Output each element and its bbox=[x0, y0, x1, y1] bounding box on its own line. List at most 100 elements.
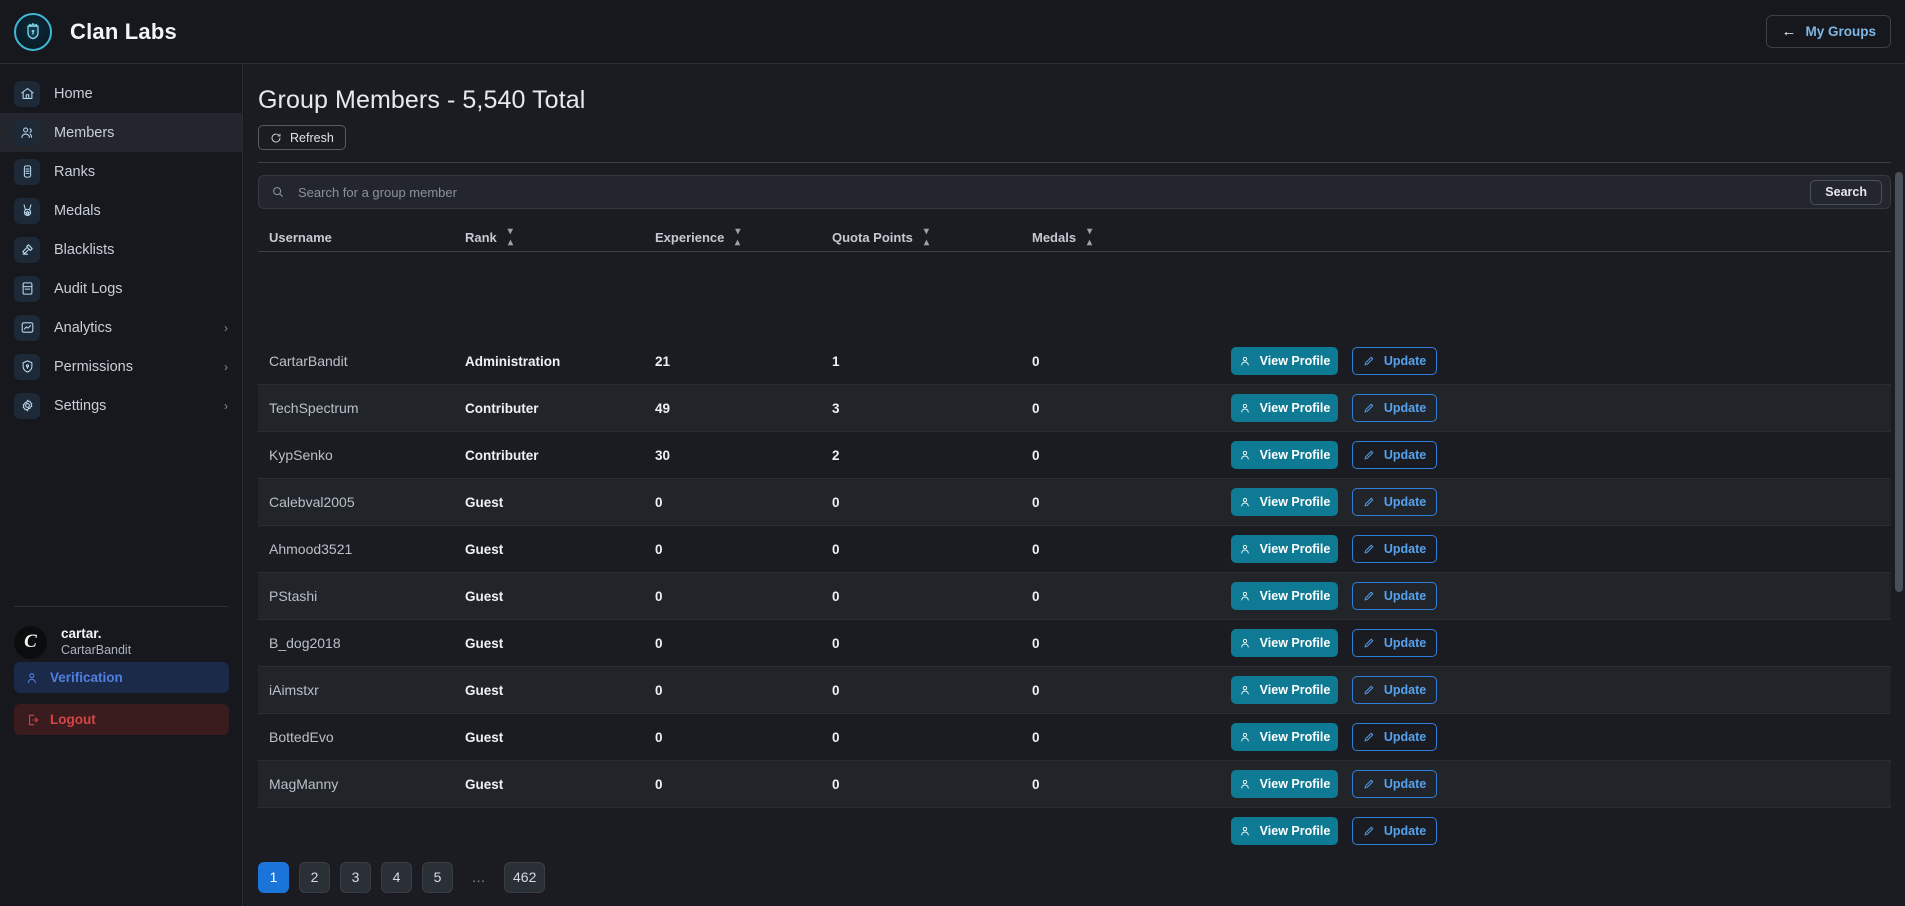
table-row[interactable]: iAimstxr Guest 0 0 0 View Profile Update bbox=[258, 667, 1891, 714]
sort-toggle-icon[interactable]: ▾ ▾ bbox=[924, 227, 929, 249]
sidebar-item-label: Audit Logs bbox=[54, 280, 123, 297]
table-row[interactable]: MagManny Guest 0 0 0 View Profile Update bbox=[258, 761, 1891, 808]
cell-actions: View Profile Update bbox=[1204, 535, 1891, 563]
update-button[interactable]: Update bbox=[1352, 347, 1437, 375]
update-label: Update bbox=[1383, 542, 1427, 556]
table-row[interactable]: Ahmood3521 Guest 0 0 0 View Profile Update bbox=[258, 526, 1891, 573]
search-input[interactable] bbox=[285, 184, 1811, 200]
page-scrollbar-thumb[interactable] bbox=[1895, 172, 1903, 592]
table-row[interactable]: CartarBandit Administration 21 1 0 View Profi… bbox=[258, 338, 1891, 385]
cell-medals: 0 bbox=[1032, 400, 1040, 416]
verification-label: Verification bbox=[50, 670, 123, 685]
table-row[interactable]: B_dog2018 Guest 0 0 0 View Profile Update bbox=[258, 620, 1891, 667]
cell-medals: 0 bbox=[1032, 541, 1040, 557]
sidebar-item-permissions[interactable]: Permissions › bbox=[0, 347, 242, 386]
cell-quota: 0 bbox=[832, 682, 840, 698]
page-button-2[interactable]: 2 bbox=[299, 861, 330, 893]
table-row[interactable]: BottedEvo Guest 0 0 0 View Profile Update bbox=[258, 714, 1891, 761]
sort-toggle-icon[interactable]: ▾ ▾ bbox=[508, 227, 513, 249]
update-label: Update bbox=[1383, 683, 1427, 697]
sidebar-item-blacklists[interactable]: Blacklists bbox=[0, 230, 242, 269]
update-button[interactable]: Update bbox=[1352, 629, 1437, 657]
column-header-rank[interactable]: Rank ▾ ▾ bbox=[465, 227, 655, 249]
user-icon bbox=[1240, 403, 1249, 413]
my-groups-button[interactable]: ← My Groups bbox=[1766, 15, 1891, 48]
cell-quota: 0 bbox=[832, 635, 840, 651]
view-profile-button[interactable]: View Profile bbox=[1231, 347, 1338, 375]
pencil-icon bbox=[1364, 403, 1374, 413]
update-button[interactable]: Update bbox=[1352, 770, 1437, 798]
sidebar-item-audit-logs[interactable]: Audit Logs bbox=[0, 269, 242, 308]
pencil-icon bbox=[1364, 826, 1374, 836]
sidebar-item-home[interactable]: Home bbox=[0, 74, 242, 113]
cell-quota: 0 bbox=[832, 588, 840, 604]
sidebar-item-analytics[interactable]: Analytics › bbox=[0, 308, 242, 347]
view-profile-button[interactable]: View Profile bbox=[1231, 582, 1338, 610]
members-table: Username Rank ▾ ▾ Experience ▾ ▾ Quota Poi… bbox=[258, 223, 1891, 252]
view-profile-button[interactable]: View Profile bbox=[1231, 770, 1338, 798]
table-row[interactable]: KypSenko Contributer 30 2 0 View Profile Updat… bbox=[258, 432, 1891, 479]
page-button-1[interactable]: 1 bbox=[258, 861, 289, 893]
view-profile-button[interactable]: View Profile bbox=[1231, 441, 1338, 469]
search-button[interactable]: Search bbox=[1810, 179, 1882, 205]
pencil-icon bbox=[1364, 497, 1374, 507]
view-profile-button[interactable]: View Profile bbox=[1231, 723, 1338, 751]
view-profile-button[interactable]: View Profile bbox=[1231, 817, 1338, 845]
sort-toggle-icon[interactable]: ▾ ▾ bbox=[1087, 227, 1092, 249]
update-button[interactable]: Update bbox=[1352, 535, 1437, 563]
update-button[interactable]: Update bbox=[1352, 817, 1437, 845]
column-header-quota-points[interactable]: Quota Points ▾ ▾ bbox=[832, 227, 1032, 249]
logout-button[interactable]: Logout bbox=[14, 704, 229, 735]
update-button[interactable]: Update bbox=[1352, 488, 1437, 516]
page-button-3[interactable]: 3 bbox=[340, 861, 371, 893]
cell-rank: Guest bbox=[465, 635, 504, 651]
column-header-medals[interactable]: Medals ▾ ▾ bbox=[1032, 227, 1204, 249]
sidebar-user-box[interactable]: C cartar. CartarBandit bbox=[0, 616, 242, 668]
page-button-5[interactable]: 5 bbox=[422, 861, 453, 893]
sidebar-nav: Home Members Ranks Medals Blacklists Aud… bbox=[0, 64, 242, 425]
sort-toggle-icon[interactable]: ▾ ▾ bbox=[735, 227, 740, 249]
search-icon bbox=[273, 187, 283, 197]
update-label: Update bbox=[1383, 636, 1427, 650]
view-profile-button[interactable]: View Profile bbox=[1231, 535, 1338, 563]
cell-medals: 0 bbox=[1032, 635, 1040, 651]
update-label: Update bbox=[1383, 730, 1427, 744]
table-row[interactable]: Calebval2005 Guest 0 0 0 View Profile Update bbox=[258, 479, 1891, 526]
update-button[interactable]: Update bbox=[1352, 723, 1437, 751]
column-header-experience[interactable]: Experience ▾ ▾ bbox=[655, 227, 832, 249]
view-profile-label: View Profile bbox=[1259, 448, 1331, 462]
view-profile-label: View Profile bbox=[1259, 401, 1331, 415]
table-body: CartarBandit Administration 21 1 0 View Profi… bbox=[258, 338, 1891, 855]
table-header-row: Username Rank ▾ ▾ Experience ▾ ▾ Quota Poi… bbox=[258, 223, 1891, 252]
view-profile-button[interactable]: View Profile bbox=[1231, 488, 1338, 516]
app-title: Clan Labs bbox=[70, 18, 177, 44]
table-row[interactable]: TechSpectrum Contributer 49 3 0 View Profile U… bbox=[258, 385, 1891, 432]
column-header-username[interactable]: Username bbox=[258, 230, 465, 245]
sidebar-item-medals[interactable]: Medals bbox=[0, 191, 242, 230]
page-scrollbar-track[interactable] bbox=[1893, 64, 1905, 906]
page-button-last[interactable]: 462 bbox=[504, 861, 546, 893]
view-profile-button[interactable]: View Profile bbox=[1231, 629, 1338, 657]
update-button[interactable]: Update bbox=[1352, 676, 1437, 704]
view-profile-label: View Profile bbox=[1259, 824, 1331, 838]
pagination-ellipsis: … bbox=[471, 869, 486, 885]
sidebar-item-settings[interactable]: Settings › bbox=[0, 386, 242, 425]
pencil-icon bbox=[1364, 638, 1374, 648]
update-button[interactable]: Update bbox=[1352, 582, 1437, 610]
refresh-icon bbox=[271, 133, 281, 142]
cell-experience: 0 bbox=[655, 494, 663, 510]
sidebar-item-members[interactable]: Members bbox=[0, 113, 242, 152]
sidebar-item-ranks[interactable]: Ranks bbox=[0, 152, 242, 191]
verification-button[interactable]: Verification bbox=[14, 662, 229, 693]
sidebar-divider bbox=[14, 606, 228, 607]
table-row[interactable]: PStashi Guest 0 0 0 View Profile Update bbox=[258, 573, 1891, 620]
update-button[interactable]: Update bbox=[1352, 394, 1437, 422]
view-profile-button[interactable]: View Profile bbox=[1231, 394, 1338, 422]
refresh-button[interactable]: Refresh bbox=[258, 125, 346, 150]
update-button[interactable]: Update bbox=[1352, 441, 1437, 469]
top-bar: Clan Labs ← My Groups bbox=[0, 0, 1905, 64]
cell-actions: View Profile Update bbox=[1204, 488, 1891, 516]
gavel-icon bbox=[14, 236, 40, 263]
page-button-4[interactable]: 4 bbox=[381, 861, 412, 893]
view-profile-button[interactable]: View Profile bbox=[1231, 676, 1338, 704]
